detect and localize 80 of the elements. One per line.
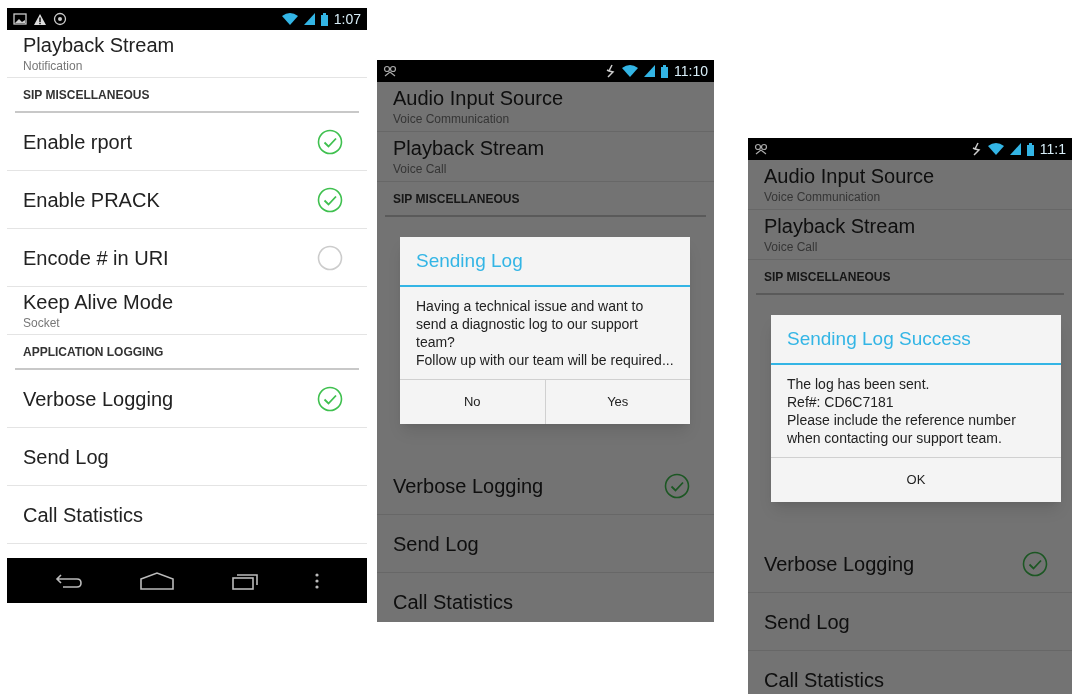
settings-row[interactable]: Verbose Logging [377,457,714,515]
overflow-menu-icon[interactable] [315,572,319,589]
setting-title: Playback Stream [764,213,917,238]
setting-title: Call Statistics [393,589,514,615]
section-header: SIP MISCELLANEOUS [393,192,520,206]
dialog-message: The log has been sent. [787,375,931,393]
setting-title: Call Statistics [764,667,885,693]
setting-title: Send Log [764,609,850,635]
signal-icon [1009,143,1021,155]
setting-title: Verbose Logging [393,473,544,499]
dialog-title: Sending Log [416,248,523,273]
clock-time: 11:1 [1039,139,1066,159]
setting-value: Socket [23,314,61,332]
dialog-title: Sending Log Success [787,326,971,351]
check-circle-icon[interactable] [1022,550,1048,577]
setting-title: Playback Stream [23,32,176,57]
empty-circle-icon[interactable] [317,244,343,271]
setting-title: Verbose Logging [23,386,174,412]
setting-title: Verbose Logging [764,551,915,577]
settings-row[interactable]: Verbose Logging [748,535,1072,593]
dialog-message: Ref#: CD6C7181 [787,393,895,411]
check-circle-icon[interactable] [664,472,690,499]
setting-title: Encode # in URI [23,245,169,271]
setting-title: Keep Alive Mode [23,289,175,314]
wifi-icon [622,65,638,77]
settings-row[interactable]: Verbose Logging [7,370,367,428]
clock-time: 11:10 [674,61,708,81]
dialog-message: Having a technical issue and want to send a diagnostic log to our support team? [416,297,645,351]
settings-row[interactable]: Audio Input Source Voice Communication [748,160,1072,210]
settings-row[interactable]: Send Log [748,593,1072,651]
clock-time: 1:07 [333,9,361,29]
section-header: APPLICATION LOGGING [23,345,164,359]
section-header: SIP MISCELLANEOUS [23,88,150,102]
dialog-message: Please include the reference number when contacting our support team. [787,411,1017,447]
settings-row[interactable]: Enable PRACK [7,171,367,229]
warning-icon [33,12,47,26]
dialog-message: Follow up with our team will be required... [416,351,674,369]
setting-value: Voice Communication [764,188,882,206]
setting-value: Notification [23,57,84,75]
settings-row[interactable]: Send Log [7,428,367,486]
setting-value: Voice Communication [393,110,511,128]
setting-title: Audio Input Source [764,163,936,188]
battery-icon [661,64,668,78]
check-circle-icon[interactable] [317,186,343,213]
setting-title: Enable rport [23,129,132,155]
recent-apps-icon[interactable] [231,571,259,590]
setting-title: Audio Input Source [393,85,565,110]
check-circle-icon[interactable] [317,128,343,155]
setting-title: Call Statistics [23,502,144,528]
battery-icon [1026,142,1034,156]
signal-icon [644,65,655,77]
wifi-icon [987,143,1004,155]
signal-icon [303,13,315,25]
settings-row[interactable]: Audio Input Source Voice Communication [377,82,714,132]
settings-row[interactable]: Enable rport [7,113,367,171]
settings-row[interactable]: Call Statistics [377,573,714,622]
settings-row[interactable]: Call Statistics [7,486,367,544]
settings-row[interactable]: Encode # in URI [7,229,367,287]
settings-row[interactable]: Send Log [377,515,714,573]
settings-row[interactable]: Playback Stream Notification [7,30,367,78]
setting-title: Enable PRACK [23,187,160,213]
dialog-button[interactable]: OK [771,458,1061,502]
settings-row[interactable]: Playback Stream Voice Call [748,210,1072,260]
check-circle-icon[interactable] [317,385,343,412]
settings-row[interactable]: Playback Stream Voice Call [377,132,714,182]
setting-title: Playback Stream [393,135,546,160]
dialog-button[interactable]: No [400,380,545,424]
section-header: SIP MISCELLANEOUS [764,270,891,284]
settings-row[interactable]: Keep Alive Mode Socket [7,287,367,335]
setting-value: Voice Call [393,160,448,178]
setting-title: Send Log [23,444,109,470]
wifi-icon [281,13,298,25]
picture-icon [13,13,27,25]
setting-title: Send Log [393,531,479,557]
back-icon[interactable] [55,572,83,589]
settings-row[interactable]: Call Statistics [748,651,1072,694]
setting-value: Voice Call [764,238,819,256]
home-icon[interactable] [139,571,175,590]
dialog-button[interactable]: Yes [544,380,690,424]
battery-icon [320,12,328,26]
